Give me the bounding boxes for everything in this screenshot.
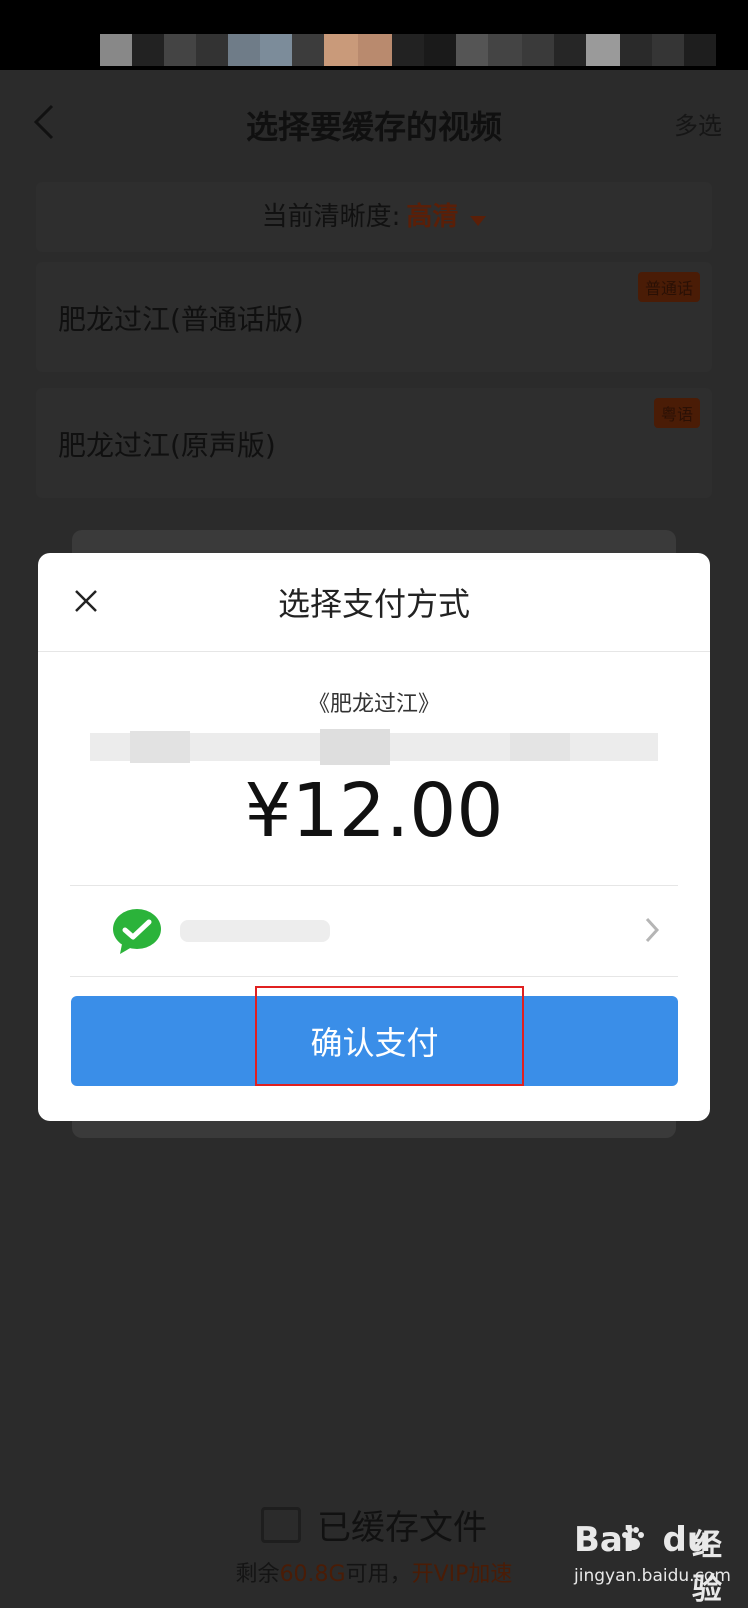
redacted-block: [684, 34, 716, 66]
redacted-block: [358, 34, 392, 66]
chevron-right-icon: [645, 917, 660, 943]
movie-name: 《肥龙过江》: [307, 692, 440, 717]
redacted-block: [292, 34, 324, 66]
redacted-block: [488, 34, 522, 66]
version-title: 肥龙过江(原声版): [58, 429, 276, 462]
redacted-text: [90, 729, 658, 765]
quality-value[interactable]: 高清: [406, 202, 458, 232]
payment-method-row[interactable]: [70, 885, 678, 977]
cached-files-label: 已缓存文件: [317, 1508, 487, 1548]
redacted-block: [652, 34, 684, 66]
redacted-block: [392, 34, 424, 66]
redacted-block: [424, 34, 456, 66]
redacted-block: [586, 34, 620, 66]
redacted-block: [522, 34, 554, 66]
redacted-block: [196, 34, 228, 66]
watermark-url: jingyan.baidu.com: [574, 1566, 731, 1586]
vip-link[interactable]: 开VIP加速: [412, 1562, 513, 1587]
dialog-title: 选择支付方式: [277, 585, 470, 623]
annotation-highlight-box: [255, 986, 524, 1086]
storage-mid: 可用，: [345, 1562, 412, 1587]
storage-amount: 60.8G: [279, 1562, 346, 1587]
redacted-block: [324, 34, 358, 66]
redacted-block: [554, 34, 586, 66]
version-title: 肥龙过江(普通话版): [58, 303, 304, 336]
caret-down-icon[interactable]: [470, 215, 487, 226]
redacted-block: [260, 34, 292, 66]
language-badge: 普通话: [637, 272, 700, 302]
redacted-block: [132, 34, 164, 66]
paw-icon: [622, 1527, 644, 1550]
redacted-block: [100, 34, 132, 66]
folder-icon: [261, 1506, 301, 1543]
version-item[interactable]: 肥龙过江(原声版) 粤语: [36, 388, 712, 498]
version-item[interactable]: 肥龙过江(普通话版) 普通话: [36, 262, 712, 372]
redacted-text: [180, 920, 330, 942]
language-badge: 粤语: [653, 398, 700, 428]
page-title: 选择要缓存的视频: [245, 108, 502, 146]
redacted-block: [620, 34, 652, 66]
redacted-block: [456, 34, 488, 66]
watermark-word: 经验: [692, 1528, 722, 1607]
storage-prefix: 剩余: [235, 1562, 280, 1587]
status-bar: [0, 0, 748, 70]
dialog-header: 选择支付方式: [38, 553, 710, 652]
wechat-pay-icon: [113, 909, 161, 954]
watermark: Bai du 经验 jingyan.baidu.com: [574, 1520, 744, 1607]
quality-label: 当前清晰度:: [261, 202, 401, 232]
redacted-block: [228, 34, 260, 66]
quality-selector[interactable]: 当前清晰度: 高清: [36, 182, 712, 252]
multi-select-button[interactable]: 多选: [674, 106, 722, 141]
price-amount: ¥12.00: [244, 768, 504, 854]
redacted-block: [164, 34, 196, 66]
